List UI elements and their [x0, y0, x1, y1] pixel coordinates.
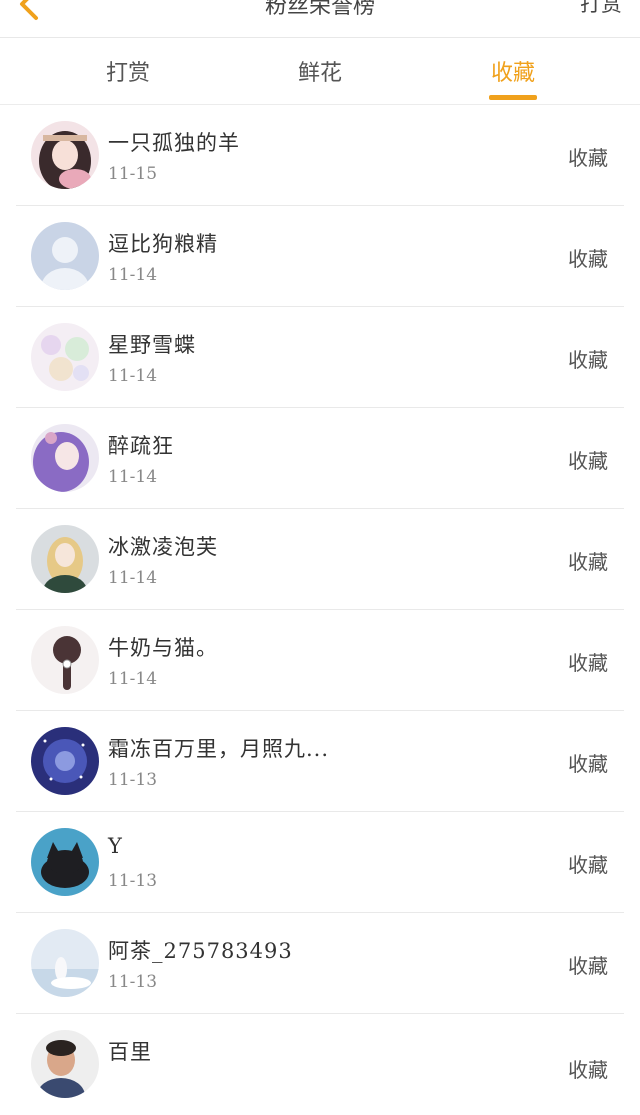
tab-flowers[interactable]: 鲜花 [270, 55, 370, 87]
date: 11-14 [108, 568, 158, 588]
date: 11-14 [108, 669, 158, 689]
tab-reward[interactable]: 打赏 [78, 55, 178, 87]
date: 11-13 [108, 871, 158, 891]
date: 11-14 [108, 467, 158, 487]
user-name: 一只孤独的羊 [108, 131, 240, 155]
sparkle-avatar[interactable] [31, 323, 99, 391]
ponytail-avatar[interactable] [31, 626, 99, 694]
tab-bar: 打赏 鲜花 收藏 [0, 39, 640, 105]
list-item[interactable]: 一只孤独的羊 11-15 收藏 [16, 105, 624, 206]
date: 11-13 [108, 770, 158, 790]
user-name: 霜冻百万里，月照九... [108, 737, 330, 761]
favorite-label: 收藏 [568, 1058, 608, 1082]
favorite-label: 收藏 [568, 348, 608, 372]
black-cat-avatar[interactable] [31, 828, 99, 896]
favorite-label: 收藏 [568, 449, 608, 473]
user-name: 牛奶与猫。 [108, 636, 218, 660]
list-item[interactable]: 冰激凌泡芙 11-14 收藏 [16, 509, 624, 610]
reward-button[interactable]: 打赏 [580, 0, 622, 18]
starry-sky-avatar[interactable] [31, 727, 99, 795]
favorite-label: 收藏 [568, 954, 608, 978]
tab-favorites[interactable]: 收藏 [463, 55, 563, 87]
date: 11-13 [108, 972, 158, 992]
user-name: 星野雪蝶 [108, 333, 196, 357]
active-tab-indicator [489, 95, 537, 100]
favorite-label: 收藏 [568, 146, 608, 170]
list-item[interactable]: 逗比狗粮精 11-14 收藏 [16, 206, 624, 307]
page-title: 粉丝荣誉榜 [264, 0, 375, 19]
favorite-label: 收藏 [568, 550, 608, 574]
purple-hair-avatar[interactable] [31, 424, 99, 492]
list-item[interactable]: 星野雪蝶 11-14 收藏 [16, 307, 624, 408]
favorite-label: 收藏 [568, 752, 608, 776]
default-user-avatar[interactable] [31, 222, 99, 290]
list-item[interactable]: 阿茶_275783493 11-13 收藏 [16, 913, 624, 1014]
user-name: 醉疏狂 [108, 434, 174, 458]
landscape-avatar[interactable] [31, 929, 99, 997]
anime-girl-avatar[interactable] [31, 121, 99, 189]
user-name: 冰激凌泡芙 [108, 535, 218, 559]
date: 11-14 [108, 366, 158, 386]
list-item[interactable]: 霜冻百万里，月照九... 11-13 收藏 [16, 711, 624, 812]
user-name: Y [108, 834, 123, 858]
favorite-label: 收藏 [568, 247, 608, 271]
blonde-girl-avatar[interactable] [31, 525, 99, 593]
user-name: 百里 [108, 1040, 152, 1064]
list-item[interactable]: 醉疏狂 11-14 收藏 [16, 408, 624, 509]
favorite-label: 收藏 [568, 651, 608, 675]
favorite-label: 收藏 [568, 853, 608, 877]
user-name: 逗比狗粮精 [108, 232, 218, 256]
user-name: 阿茶_275783493 [108, 939, 293, 963]
photo-person-avatar[interactable] [31, 1030, 99, 1098]
date: 11-14 [108, 265, 158, 285]
list-item[interactable]: Y 11-13 收藏 [16, 812, 624, 913]
date: 11-15 [108, 164, 158, 184]
list-item[interactable]: 牛奶与猫。 11-14 收藏 [16, 610, 624, 711]
top-navigation-bar: 粉丝荣誉榜 打赏 [0, 0, 640, 38]
list-item[interactable]: 百里 收藏 [16, 1014, 624, 1115]
